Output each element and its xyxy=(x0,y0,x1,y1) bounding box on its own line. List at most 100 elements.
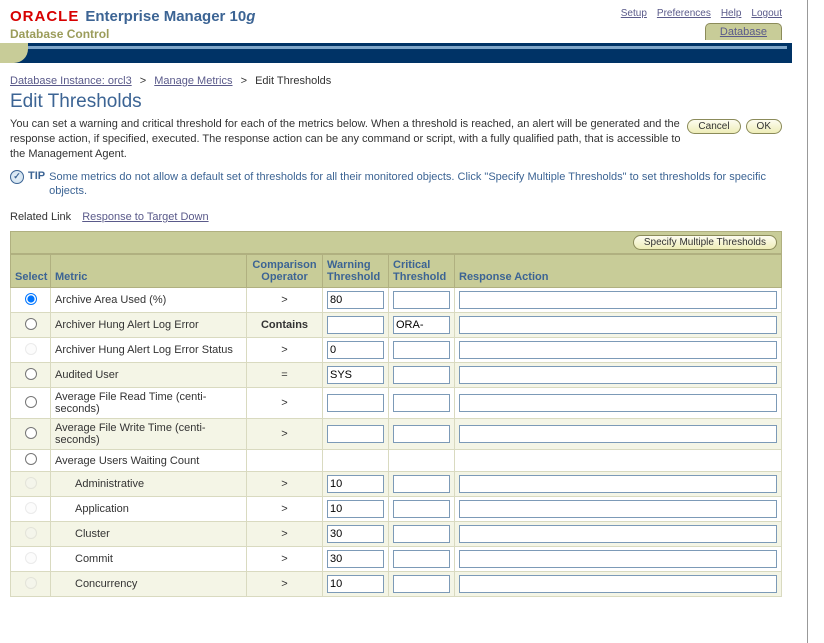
comparison-operator: = xyxy=(247,363,323,388)
response-action-input[interactable] xyxy=(459,341,777,359)
warning-threshold-input[interactable] xyxy=(327,316,384,334)
col-warning-threshold: Warning Threshold xyxy=(323,255,389,288)
col-critical-threshold: Critical Threshold xyxy=(389,255,455,288)
header-bar xyxy=(0,43,792,63)
critical-threshold-input[interactable] xyxy=(393,550,450,568)
metric-name: Archiver Hung Alert Log Error Status xyxy=(51,338,247,363)
response-action-input[interactable] xyxy=(459,394,777,412)
related-label: Related Link xyxy=(10,211,71,223)
metric-name: Average Users Waiting Count xyxy=(51,450,247,472)
tip-icon: ✓ xyxy=(10,170,24,184)
response-action-input[interactable] xyxy=(459,316,777,334)
response-action-input[interactable] xyxy=(459,291,777,309)
table-row: Average File Read Time (centi-seconds)> xyxy=(11,388,782,419)
select-radio[interactable] xyxy=(25,368,37,380)
ok-button[interactable]: OK xyxy=(746,119,782,134)
warning-threshold-input[interactable] xyxy=(327,550,384,568)
table-row: Concurrency> xyxy=(11,572,782,597)
critical-threshold-input[interactable] xyxy=(393,394,450,412)
select-radio xyxy=(25,552,37,564)
warning-threshold-input[interactable] xyxy=(327,366,384,384)
response-action-input[interactable] xyxy=(459,550,777,568)
warning-threshold-input[interactable] xyxy=(327,291,384,309)
metric-name: Audited User xyxy=(51,363,247,388)
select-radio xyxy=(25,477,37,489)
table-row: Administrative> xyxy=(11,472,782,497)
warning-threshold-input[interactable] xyxy=(327,425,384,443)
nav-setup[interactable]: Setup xyxy=(621,8,647,19)
crumb-current: Edit Thresholds xyxy=(255,75,331,87)
select-radio[interactable] xyxy=(25,318,37,330)
table-toolbar: Specify Multiple Thresholds xyxy=(10,231,782,254)
table-row: Archive Area Used (%)> xyxy=(11,288,782,313)
warning-threshold-input[interactable] xyxy=(327,575,384,593)
table-row: Application> xyxy=(11,497,782,522)
response-action-input[interactable] xyxy=(459,525,777,543)
header-nav: Setup Preferences Help Logout xyxy=(621,8,782,19)
metric-name: Archive Area Used (%) xyxy=(51,288,247,313)
response-action-input[interactable] xyxy=(459,475,777,493)
comparison-operator: > xyxy=(247,572,323,597)
warning-threshold-input[interactable] xyxy=(327,525,384,543)
page-title: Edit Thresholds xyxy=(0,87,792,117)
comparison-operator: Contains xyxy=(247,313,323,338)
metric-name: Concurrency xyxy=(51,572,247,597)
warning-threshold-input[interactable] xyxy=(327,500,384,518)
select-radio[interactable] xyxy=(25,427,37,439)
table-row: Commit> xyxy=(11,547,782,572)
critical-threshold-input[interactable] xyxy=(393,500,450,518)
metric-name: Administrative xyxy=(51,472,247,497)
related-link-row: Related Link Response to Target Down xyxy=(0,201,792,227)
select-radio[interactable] xyxy=(25,293,37,305)
table-row: Average File Write Time (centi-seconds)> xyxy=(11,419,782,450)
comparison-operator: > xyxy=(247,547,323,572)
select-radio xyxy=(25,502,37,514)
nav-help[interactable]: Help xyxy=(721,8,742,19)
response-action-input[interactable] xyxy=(459,425,777,443)
select-radio xyxy=(25,577,37,589)
critical-threshold-input[interactable] xyxy=(393,525,450,543)
related-link-response[interactable]: Response to Target Down xyxy=(82,211,208,223)
metric-name: Archiver Hung Alert Log Error xyxy=(51,313,247,338)
specify-multiple-thresholds-button[interactable]: Specify Multiple Thresholds xyxy=(633,235,777,250)
critical-threshold-input[interactable] xyxy=(393,341,450,359)
nav-preferences[interactable]: Preferences xyxy=(657,8,711,19)
warning-threshold-input[interactable] xyxy=(327,394,384,412)
comparison-operator: > xyxy=(247,338,323,363)
response-action-input[interactable] xyxy=(459,366,777,384)
col-response-action: Response Action xyxy=(455,255,782,288)
select-radio xyxy=(25,343,37,355)
thresholds-table: Select Metric Comparison Operator Warnin… xyxy=(10,254,782,597)
table-row: Audited User= xyxy=(11,363,782,388)
warning-threshold-input[interactable] xyxy=(327,475,384,493)
nav-logout[interactable]: Logout xyxy=(751,8,782,19)
cancel-button[interactable]: Cancel xyxy=(687,119,740,134)
response-action-input[interactable] xyxy=(459,500,777,518)
table-row: Archiver Hung Alert Log ErrorContains xyxy=(11,313,782,338)
logo: ORACLE Enterprise Manager 10g Database C… xyxy=(10,8,255,41)
select-radio[interactable] xyxy=(25,396,37,408)
response-action-input[interactable] xyxy=(459,575,777,593)
col-select: Select xyxy=(11,255,51,288)
metric-name: Application xyxy=(51,497,247,522)
comparison-operator: > xyxy=(247,288,323,313)
warning-threshold-input[interactable] xyxy=(327,341,384,359)
select-radio xyxy=(25,527,37,539)
critical-threshold-input[interactable] xyxy=(393,291,450,309)
critical-threshold-input[interactable] xyxy=(393,575,450,593)
comparison-operator: > xyxy=(247,522,323,547)
metric-name: Average File Read Time (centi-seconds) xyxy=(51,388,247,419)
crumb-manage-metrics[interactable]: Manage Metrics xyxy=(154,75,232,87)
tab-database[interactable]: Database xyxy=(705,23,782,40)
tip-text: Some metrics do not allow a default set … xyxy=(49,170,782,200)
crumb-instance[interactable]: Database Instance: orcl3 xyxy=(10,75,132,87)
metric-name: Cluster xyxy=(51,522,247,547)
comparison-operator: > xyxy=(247,497,323,522)
comparison-operator: > xyxy=(247,472,323,497)
critical-threshold-input[interactable] xyxy=(393,425,450,443)
select-radio[interactable] xyxy=(25,453,37,465)
critical-threshold-input[interactable] xyxy=(393,316,450,334)
critical-threshold-input[interactable] xyxy=(393,366,450,384)
comparison-operator: > xyxy=(247,388,323,419)
critical-threshold-input[interactable] xyxy=(393,475,450,493)
